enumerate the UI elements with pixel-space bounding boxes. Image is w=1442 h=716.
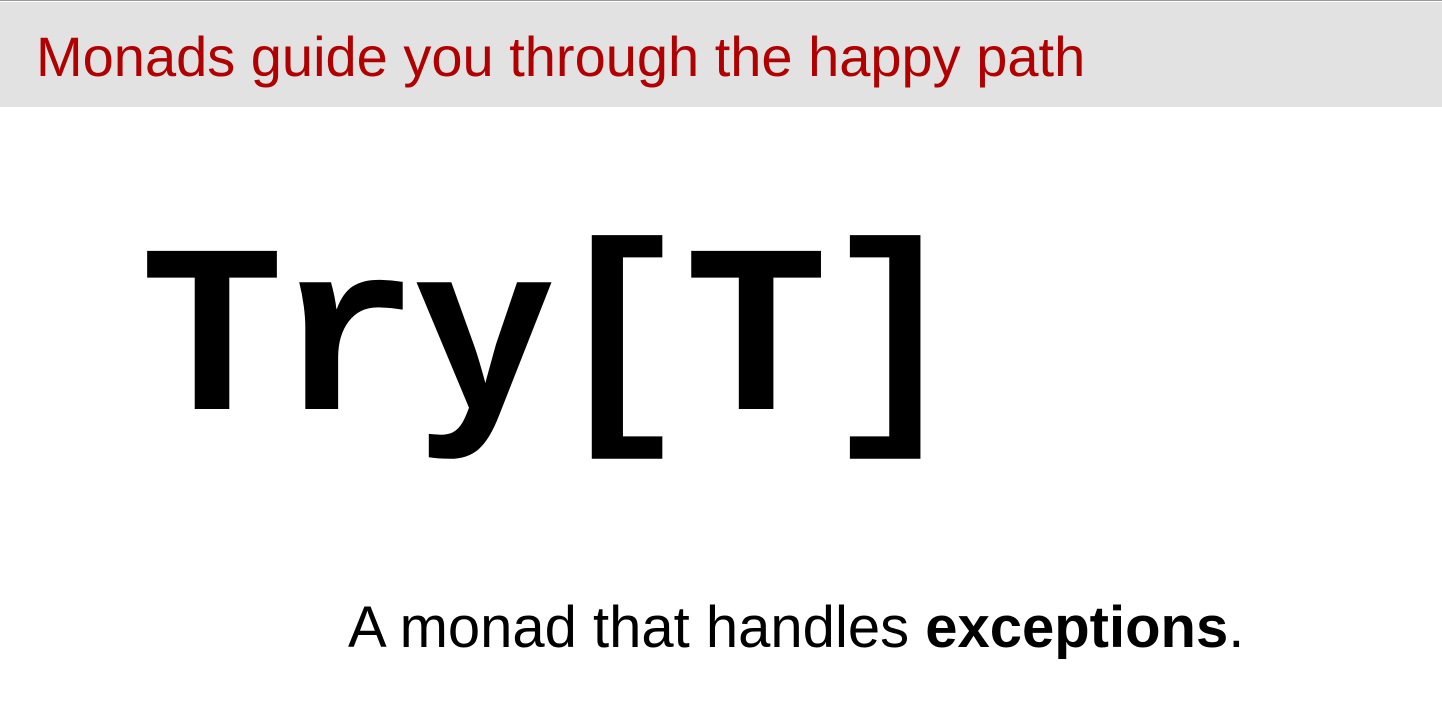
caption-prefix: A monad that handles bbox=[348, 595, 926, 660]
caption: A monad that handles exceptions. bbox=[348, 593, 1244, 663]
code-heading: Try[T] bbox=[140, 210, 964, 482]
slide-title: Monads guide you through the happy path bbox=[36, 25, 1086, 88]
slide: Monads guide you through the happy path … bbox=[0, 0, 1442, 716]
title-bar: Monads guide you through the happy path bbox=[0, 2, 1442, 107]
caption-suffix: . bbox=[1228, 595, 1245, 660]
caption-emphasis: exceptions bbox=[925, 595, 1229, 660]
